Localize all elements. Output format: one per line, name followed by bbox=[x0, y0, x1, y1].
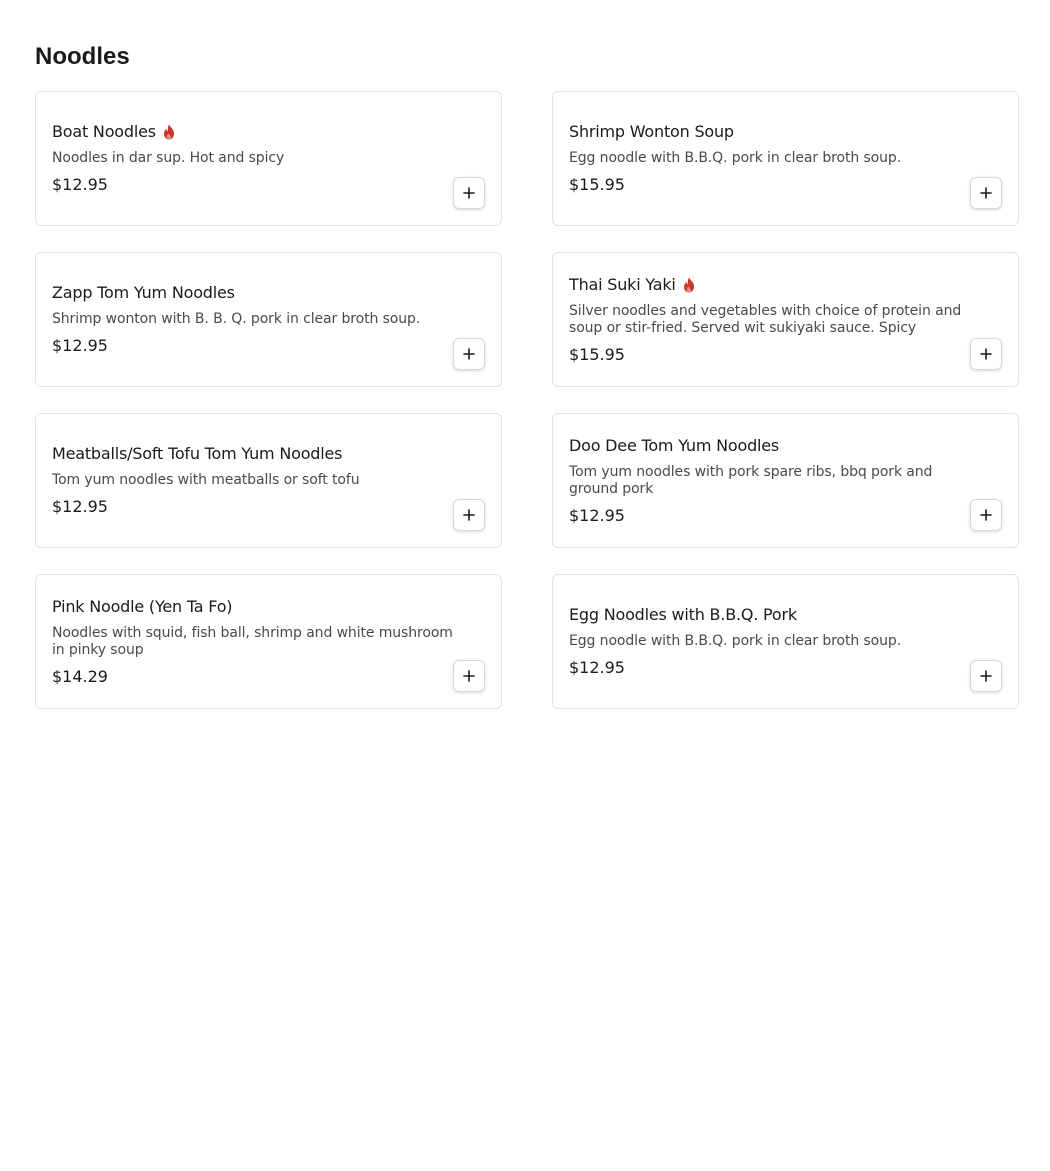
menu-item-name: Shrimp Wonton Soup bbox=[569, 122, 734, 141]
menu-item-description: Noodles in dar sup. Hot and spicy bbox=[52, 150, 285, 166]
plus-icon bbox=[980, 187, 992, 199]
menu-item-description: Shrimp wonton with B. B. Q. pork in clea… bbox=[52, 311, 421, 327]
menu-item-card[interactable]: Doo Dee Tom Yum Noodles Tom yum noodles … bbox=[552, 413, 1019, 548]
menu-item-name-row: Doo Dee Tom Yum Noodles bbox=[569, 436, 978, 456]
plus-icon bbox=[980, 348, 992, 360]
menu-item-info: Meatballs/Soft Tofu Tom Yum Noodles Tom … bbox=[52, 414, 461, 547]
menu-item-name: Pink Noodle (Yen Ta Fo) bbox=[52, 596, 233, 616]
menu-item-info: Shrimp Wonton Soup Egg noodle with B.B.Q… bbox=[569, 92, 978, 225]
menu-item-name-row: Pink Noodle (Yen Ta Fo) bbox=[52, 597, 461, 617]
add-item-button[interactable] bbox=[970, 177, 1002, 209]
menu-item-info: Boat Noodles Noodles in dar sup. Hot and… bbox=[52, 92, 461, 225]
menu-item-description: Tom yum noodles with meatballs or soft t… bbox=[52, 472, 360, 488]
plus-icon bbox=[980, 509, 992, 521]
add-item-button[interactable] bbox=[453, 499, 485, 531]
menu-item-description: Egg noodle with B.B.Q. pork in clear bro… bbox=[569, 150, 902, 166]
menu-item-info: Zapp Tom Yum Noodles Shrimp wonton with … bbox=[52, 253, 461, 386]
menu-item-description: Silver noodles and vegetables with choic… bbox=[569, 302, 962, 336]
menu-item-price: $15.95 bbox=[569, 175, 625, 194]
menu-item-price: $15.95 bbox=[569, 344, 625, 364]
menu-item-description: Tom yum noodles with pork spare ribs, bb… bbox=[569, 463, 933, 497]
menu-item-description: Noodles with squid, fish ball, shrimp an… bbox=[52, 624, 453, 658]
menu-item-card[interactable]: Zapp Tom Yum Noodles Shrimp wonton with … bbox=[35, 252, 502, 387]
menu-item-card[interactable]: Pink Noodle (Yen Ta Fo) Noodles with squ… bbox=[35, 574, 502, 709]
menu-item-name: Zapp Tom Yum Noodles bbox=[52, 283, 235, 302]
menu-item-card[interactable]: Egg Noodles with B.B.Q. Pork Egg noodle … bbox=[552, 574, 1019, 709]
add-item-button[interactable] bbox=[970, 499, 1002, 531]
plus-icon bbox=[980, 670, 992, 682]
menu-item-info: Thai Suki Yaki Silver noodles and vegeta… bbox=[569, 253, 978, 386]
menu-item-name-row: Meatballs/Soft Tofu Tom Yum Noodles bbox=[52, 444, 461, 464]
menu-item-card[interactable]: Shrimp Wonton Soup Egg noodle with B.B.Q… bbox=[552, 91, 1019, 226]
flame-icon bbox=[682, 277, 696, 293]
add-item-button[interactable] bbox=[453, 660, 485, 692]
menu-item-name-row: Thai Suki Yaki bbox=[569, 275, 978, 295]
menu-item-name-row: Boat Noodles bbox=[52, 122, 461, 142]
menu-item-card[interactable]: Thai Suki Yaki Silver noodles and vegeta… bbox=[552, 252, 1019, 387]
plus-icon bbox=[463, 670, 475, 682]
menu-item-card[interactable]: Boat Noodles Noodles in dar sup. Hot and… bbox=[35, 91, 502, 226]
add-item-button[interactable] bbox=[970, 338, 1002, 370]
plus-icon bbox=[463, 348, 475, 360]
menu-item-price: $12.95 bbox=[52, 336, 108, 355]
menu-item-name-row: Egg Noodles with B.B.Q. Pork bbox=[569, 605, 978, 625]
menu-item-description: Egg noodle with B.B.Q. pork in clear bro… bbox=[569, 633, 902, 649]
plus-icon bbox=[463, 187, 475, 199]
menu-item-info: Egg Noodles with B.B.Q. Pork Egg noodle … bbox=[569, 575, 978, 708]
menu-item-info: Pink Noodle (Yen Ta Fo) Noodles with squ… bbox=[52, 575, 461, 708]
menu-item-name: Thai Suki Yaki bbox=[569, 274, 676, 294]
add-item-button[interactable] bbox=[970, 660, 1002, 692]
plus-icon bbox=[463, 509, 475, 521]
menu-item-price: $12.95 bbox=[52, 175, 108, 194]
add-item-button[interactable] bbox=[453, 338, 485, 370]
menu-item-name: Boat Noodles bbox=[52, 122, 156, 141]
menu-item-name-row: Shrimp Wonton Soup bbox=[569, 122, 978, 142]
menu-item-card[interactable]: Meatballs/Soft Tofu Tom Yum Noodles Tom … bbox=[35, 413, 502, 548]
menu-item-name-row: Zapp Tom Yum Noodles bbox=[52, 283, 461, 303]
menu-item-name: Meatballs/Soft Tofu Tom Yum Noodles bbox=[52, 444, 343, 463]
menu-item-name: Doo Dee Tom Yum Noodles bbox=[569, 435, 780, 455]
menu-item-price: $12.95 bbox=[569, 658, 625, 677]
menu-item-price: $14.29 bbox=[52, 666, 108, 686]
menu-item-info: Doo Dee Tom Yum Noodles Tom yum noodles … bbox=[569, 414, 978, 547]
add-item-button[interactable] bbox=[453, 177, 485, 209]
menu-item-price: $12.95 bbox=[569, 505, 625, 525]
flame-icon bbox=[162, 124, 176, 140]
section-title: Noodles bbox=[35, 43, 130, 70]
menu-item-name: Egg Noodles with B.B.Q. Pork bbox=[569, 605, 797, 624]
menu-item-price: $12.95 bbox=[52, 497, 108, 516]
